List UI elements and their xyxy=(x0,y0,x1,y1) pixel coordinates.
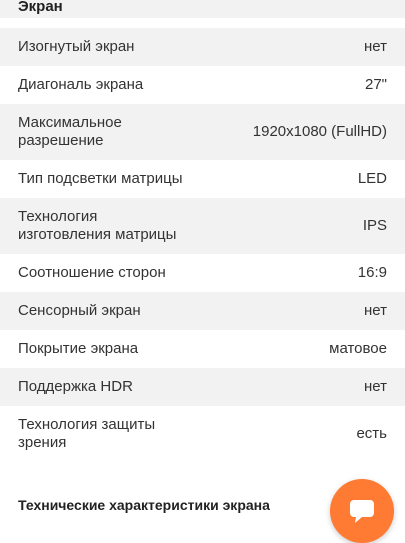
spec-value: 16:9 xyxy=(357,264,387,281)
spec-row-backlight: Тип подсветки матрицы LED xyxy=(0,160,405,198)
section-header: Экран xyxy=(0,0,405,18)
spec-row-resolution: Максимальное разрешение 1920x1080 (FullH… xyxy=(0,104,405,160)
spec-label: Покрытие экрана xyxy=(18,340,139,357)
spec-value: нет xyxy=(364,302,387,319)
footer-section-title: Технические характеристики экрана xyxy=(18,497,270,513)
spec-row-aspect: Соотношение сторон 16:9 xyxy=(0,254,405,292)
spec-label: Максимальное разрешение xyxy=(18,114,122,149)
spec-label: Технология защиты зрения xyxy=(18,416,156,451)
spec-label: Изогнутый экран xyxy=(18,38,135,55)
spec-label: Тип подсветки матрицы xyxy=(18,170,183,187)
spec-row-touch: Сенсорный экран нет xyxy=(0,292,405,330)
spec-value: есть xyxy=(356,425,387,442)
spec-row-diagonal: Диагональ экрана 27" xyxy=(0,66,405,104)
spec-row-curved: Изогнутый экран нет xyxy=(0,28,405,66)
spec-label: Поддержка HDR xyxy=(18,378,133,395)
section-title: Экран xyxy=(18,0,63,15)
spec-value: 27" xyxy=(364,76,387,93)
spec-value: LED xyxy=(357,170,387,187)
spec-row-hdr: Поддержка HDR нет xyxy=(0,368,405,406)
chat-icon xyxy=(350,500,374,523)
spec-value: нет xyxy=(364,38,387,55)
chat-button[interactable] xyxy=(330,479,394,543)
spec-label: Сенсорный экран xyxy=(18,302,141,319)
spec-row-matrix-tech: Технология изготовления матрицы IPS xyxy=(0,198,405,254)
spec-value: матовое xyxy=(329,340,387,357)
spec-label: Соотношение сторон xyxy=(18,264,166,281)
spec-value: IPS xyxy=(362,217,387,234)
spec-value: 1920x1080 (FullHD) xyxy=(252,123,387,140)
spec-row-eye-protection: Технология защиты зрения есть xyxy=(0,406,405,462)
spec-label: Диагональ экрана xyxy=(18,76,144,93)
spec-label: Технология изготовления матрицы xyxy=(18,208,177,243)
spec-row-coating: Покрытие экрана матовое xyxy=(0,330,405,368)
spec-value: нет xyxy=(364,378,387,395)
